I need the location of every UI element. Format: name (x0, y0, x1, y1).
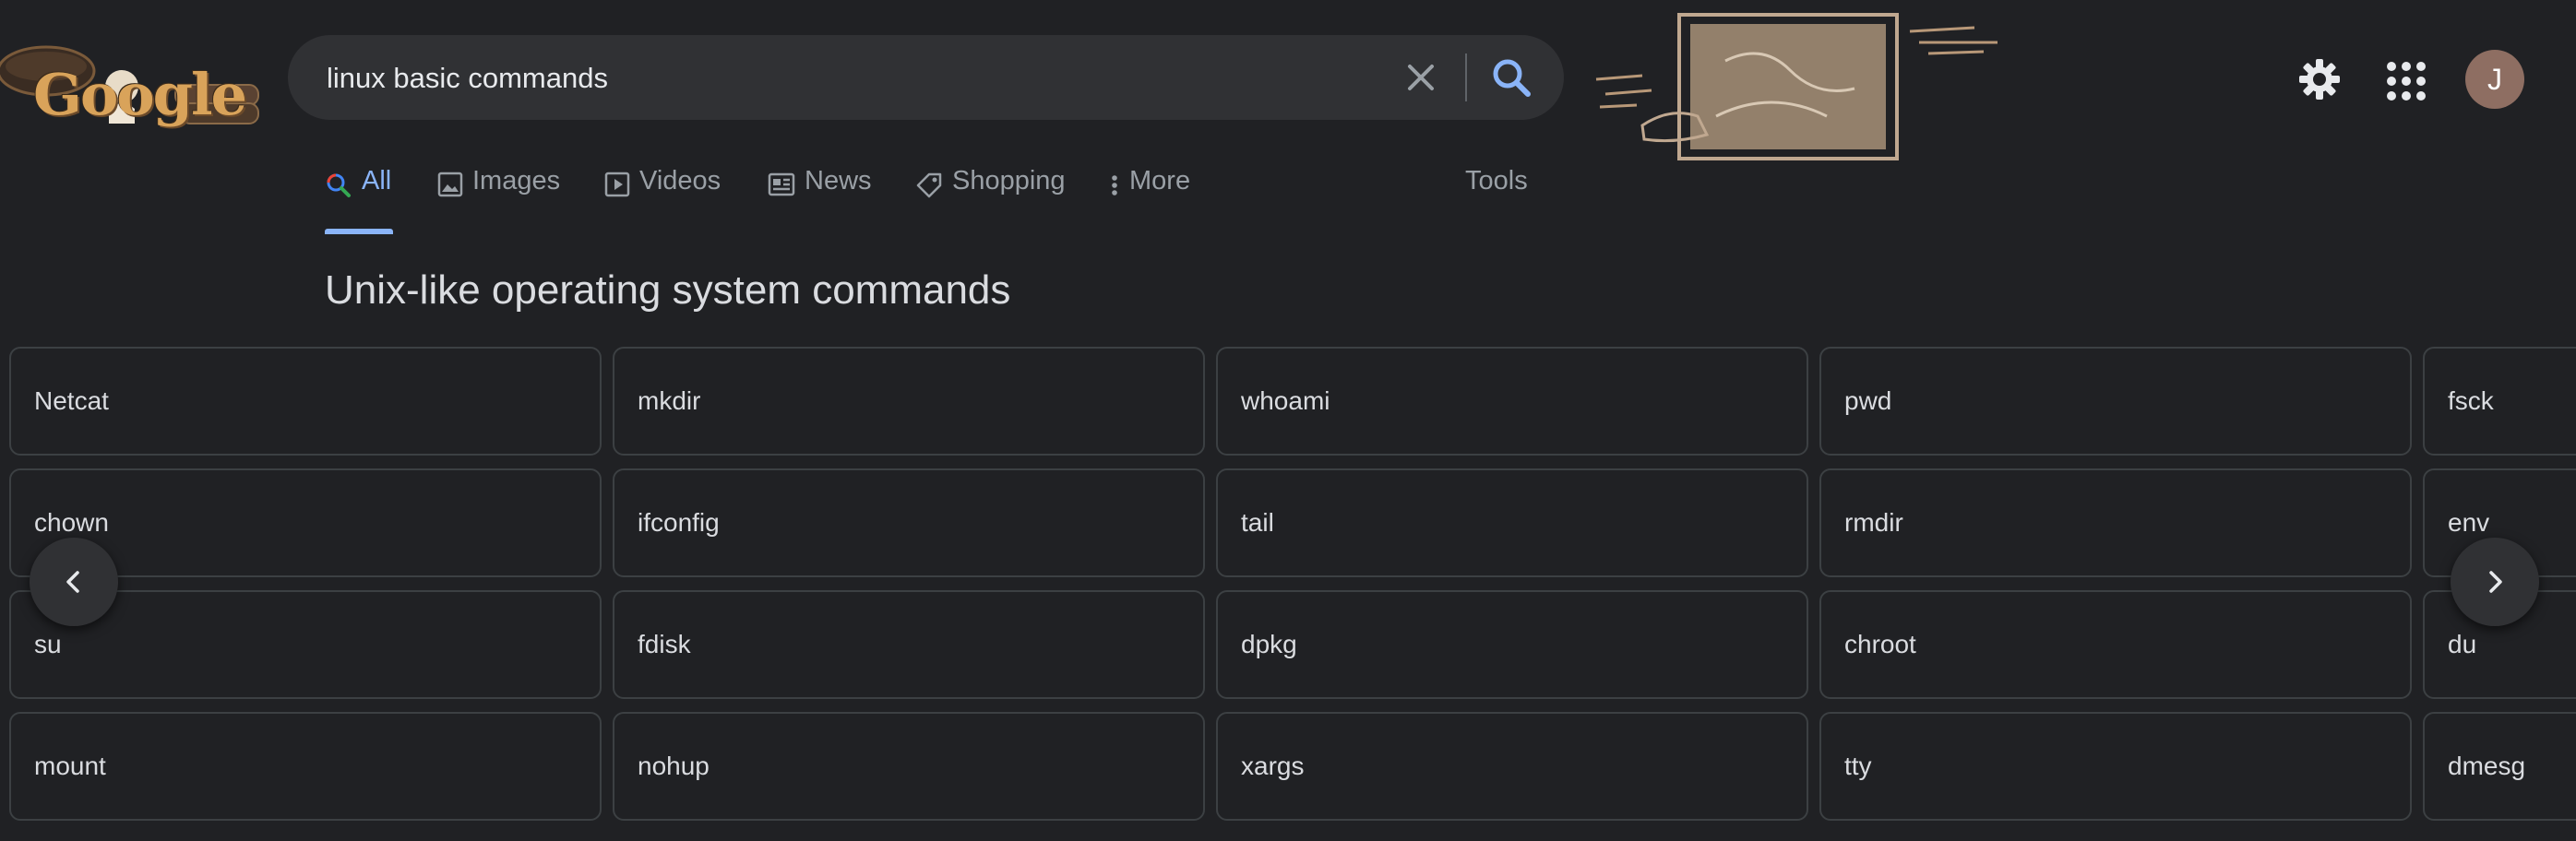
search-results-page: Google linux basic commands J All Images… (0, 0, 2576, 841)
command-card[interactable]: xargs (1216, 712, 1808, 821)
doodle-logo-text: Google (33, 61, 247, 128)
commands-carousel: Netcat mkdir whoami pwd fsck chown ifcon… (9, 347, 2576, 841)
command-card[interactable]: dmesg (2423, 712, 2576, 821)
chevron-right-icon (2489, 571, 2502, 593)
clear-search-button[interactable] (1401, 57, 1441, 98)
command-name: ifconfig (638, 508, 720, 537)
command-name: nohup (638, 752, 710, 780)
gear-icon (2299, 59, 2340, 100)
command-name: chroot (1844, 630, 1916, 658)
tab-label: Images (472, 166, 561, 195)
command-card[interactable]: tty (1819, 712, 2412, 821)
tab-more[interactable]: More (1109, 166, 1190, 234)
carousel-next-button[interactable] (2451, 538, 2539, 626)
settings-button[interactable] (2297, 57, 2342, 101)
command-card[interactable]: Netcat (9, 347, 602, 456)
chalkboard-sketch-icon (1595, 13, 1998, 160)
command-name: dmesg (2448, 752, 2526, 780)
command-name: mkdir (638, 386, 701, 415)
close-icon (1408, 65, 1434, 90)
chevron-left-icon (66, 571, 79, 593)
tools-button[interactable]: Tools (1465, 166, 1528, 196)
command-name: pwd (1844, 386, 1892, 415)
carousel-prev-button[interactable] (30, 538, 118, 626)
command-name: xargs (1241, 752, 1305, 780)
command-card[interactable]: mount (9, 712, 602, 821)
more-vert-icon (1112, 175, 1117, 195)
tab-videos[interactable]: Videos (604, 166, 721, 234)
tab-label: All (362, 166, 392, 195)
tab-shopping[interactable]: Shopping (915, 166, 1066, 234)
tab-label: Videos (639, 166, 722, 195)
search-box (288, 35, 1564, 122)
tab-label: News (805, 166, 872, 195)
news-icon (768, 172, 795, 196)
account-avatar[interactable]: J (2465, 50, 2524, 109)
video-icon (604, 172, 630, 197)
tab-images[interactable]: Images (437, 166, 560, 234)
image-icon (437, 172, 463, 197)
tag-icon (916, 172, 942, 198)
search-button[interactable] (1487, 53, 1535, 101)
command-card[interactable]: rmdir (1819, 468, 2412, 577)
command-card[interactable]: tail (1216, 468, 1808, 577)
search-icon (1493, 59, 1531, 97)
command-name: mount (34, 752, 106, 780)
tab-all[interactable]: All (325, 166, 393, 234)
command-card[interactable]: pwd (1819, 347, 2412, 456)
search-icon (327, 173, 351, 197)
section-title: Unix-like operating system commands (325, 267, 1011, 313)
tab-label: More (1129, 166, 1191, 195)
tab-news[interactable]: News (768, 166, 872, 234)
apps-grid-icon (2387, 62, 2426, 101)
command-card[interactable]: nohup (613, 712, 1205, 821)
search-box-divider (1465, 53, 1467, 101)
command-card[interactable]: dpkg (1216, 590, 1808, 699)
google-apps-button[interactable] (2384, 59, 2428, 103)
command-card[interactable]: fdisk (613, 590, 1205, 699)
doodle-sketch-decoration (1587, 6, 2011, 162)
command-name: tty (1844, 752, 1872, 780)
command-name: dpkg (1241, 630, 1297, 658)
command-card[interactable]: chroot (1819, 590, 2412, 699)
command-name: whoami (1241, 386, 1330, 415)
search-input[interactable] (325, 35, 1343, 122)
command-name: Netcat (34, 386, 109, 415)
command-card[interactable]: fsck (2423, 347, 2576, 456)
tab-label: Shopping (952, 166, 1066, 195)
google-doodle-logo[interactable]: Google (0, 20, 268, 140)
command-name: fdisk (638, 630, 691, 658)
command-card[interactable]: mkdir (613, 347, 1205, 456)
command-name: rmdir (1844, 508, 1903, 537)
command-card[interactable]: whoami (1216, 347, 1808, 456)
command-card[interactable]: ifconfig (613, 468, 1205, 577)
command-name: fsck (2448, 386, 2494, 415)
command-name: tail (1241, 508, 1274, 537)
